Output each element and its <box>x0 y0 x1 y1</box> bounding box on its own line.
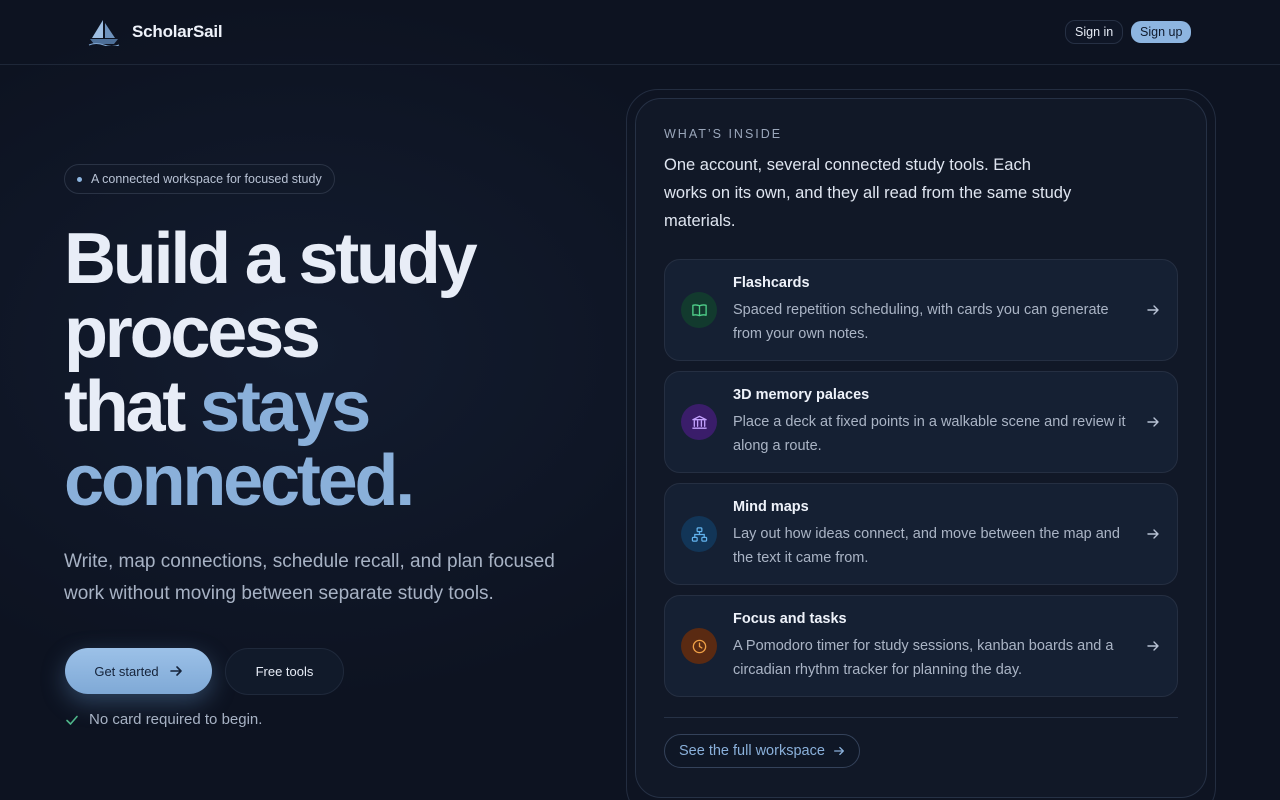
get-started-button[interactable]: Get started <box>65 648 212 694</box>
arrow-right-icon <box>1147 305 1159 315</box>
feature-title: 3D memory palaces <box>733 387 870 403</box>
feature-title: Focus and tasks <box>733 611 847 627</box>
arrow-right-icon <box>833 746 844 756</box>
no-card-text: No card required to begin. <box>89 711 263 728</box>
sign-up-button[interactable]: Sign up <box>1131 21 1192 43</box>
hero-subtitle: Write, map connections, schedule recall,… <box>64 551 555 604</box>
sailboat-logo-icon <box>88 20 120 46</box>
panel-kicker: WHAT’S INSIDE <box>664 127 783 141</box>
headline-accent-stays: stays <box>199 367 371 447</box>
headline-line-3: that <box>64 367 200 447</box>
feature-description: Place a deck at fixed points in a walkab… <box>733 414 1126 454</box>
headline-line-1: Build a study <box>64 219 478 299</box>
hero-headline: Build a study process that stays connect… <box>64 222 604 518</box>
check-icon <box>66 715 78 725</box>
feature-card-memory-palaces[interactable]: 3D memory palaces Place a deck at fixed … <box>664 371 1178 473</box>
feature-card-focus-tasks[interactable]: Focus and tasks A Pomodoro timer for stu… <box>664 595 1178 697</box>
get-started-label: Get started <box>94 663 159 679</box>
headline-line-2: process <box>64 293 321 373</box>
feature-card-mind-maps[interactable]: Mind maps Lay out how ideas connect, and… <box>664 483 1178 585</box>
feature-title: Mind maps <box>733 499 809 515</box>
feature-description: Spaced repetition scheduling, with cards… <box>733 302 1109 342</box>
brand-name: ScholarSail <box>132 22 223 41</box>
site-header: ScholarSail Sign in Sign up <box>0 0 1280 65</box>
brand-link[interactable]: ScholarSail <box>88 18 223 46</box>
network-icon <box>681 516 717 552</box>
feature-title: Flashcards <box>733 275 810 291</box>
see-full-workspace-link[interactable]: See the full workspace <box>664 734 860 768</box>
panel-divider <box>664 717 1178 718</box>
free-tools-button[interactable]: Free tools <box>225 648 344 695</box>
hero-badge: A connected workspace for focused study <box>64 164 335 194</box>
see-all-label: See the full workspace <box>679 743 825 759</box>
sign-in-button[interactable]: Sign in <box>1065 20 1124 44</box>
arrow-right-icon <box>1147 417 1159 427</box>
no-card-note: No card required to begin. <box>65 711 262 728</box>
feature-description: Lay out how ideas connect, and move betw… <box>733 526 1120 566</box>
landmark-icon <box>681 404 717 440</box>
book-icon <box>681 292 717 328</box>
arrow-right-icon <box>1147 529 1159 539</box>
arrow-right-icon <box>169 666 182 676</box>
headline-accent-connected: connected. <box>64 441 415 521</box>
arrow-right-icon <box>1147 641 1159 651</box>
panel-intro: One account, several connected study too… <box>664 156 1072 230</box>
feature-card-flashcards[interactable]: Flashcards Spaced repetition scheduling,… <box>664 259 1178 361</box>
clock-icon <box>681 628 717 664</box>
feature-description: A Pomodoro timer for study sessions, kan… <box>733 638 1114 678</box>
